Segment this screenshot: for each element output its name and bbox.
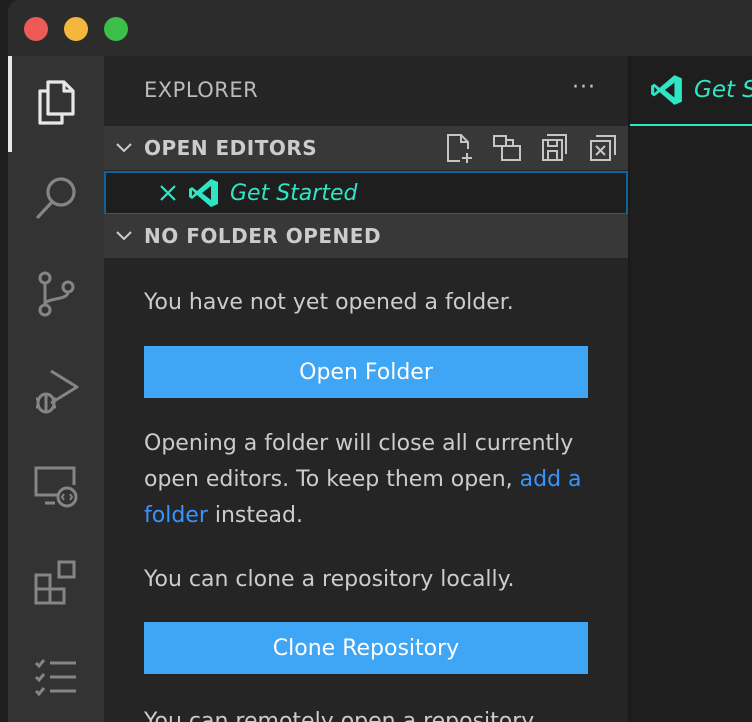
save-all-icon[interactable] (538, 131, 572, 165)
explorer-title: EXPLORER (144, 78, 259, 102)
remote-explorer-activity[interactable] (8, 440, 104, 536)
testing-activity[interactable] (8, 632, 104, 722)
testing-icon (31, 653, 81, 707)
editor-area: Get Started (628, 56, 752, 722)
activity-bar (8, 56, 104, 722)
explorer-sidebar: EXPLORER ··· OPEN EDITORS Get Started NO… (104, 56, 628, 722)
no-folder-message: You have not yet opened a folder. (144, 290, 514, 315)
clone-repository-button[interactable]: Clone Repository (144, 622, 588, 674)
search-activity[interactable] (8, 152, 104, 248)
remote-message: You can remotely open a repository (144, 709, 535, 722)
no-folder-label: NO FOLDER OPENED (144, 224, 382, 248)
chevron-down-icon (104, 138, 144, 158)
opening-folder-text-end: instead. (207, 503, 303, 528)
explorer-activity[interactable] (8, 56, 104, 152)
toggle-layout-icon[interactable] (490, 131, 524, 165)
search-icon (31, 173, 81, 227)
files-icon (31, 77, 81, 131)
open-editors-actions (442, 126, 620, 170)
chevron-down-icon (104, 226, 144, 246)
maximize-window-button[interactable] (104, 17, 128, 41)
vscode-logo-icon (650, 73, 684, 107)
new-file-icon[interactable] (442, 131, 476, 165)
source-control-activity[interactable] (8, 248, 104, 344)
close-icon[interactable] (156, 181, 180, 205)
remote-explorer-icon (31, 461, 81, 515)
clone-message: You can clone a repository locally. (144, 567, 515, 592)
close-all-icon[interactable] (586, 131, 620, 165)
open-editors-label: OPEN EDITORS (144, 136, 318, 160)
no-folder-header[interactable]: NO FOLDER OPENED (104, 214, 628, 258)
minimize-window-button[interactable] (64, 17, 88, 41)
more-actions-button[interactable]: ··· (564, 70, 604, 110)
tab-label: Get Started (694, 77, 752, 103)
open-editor-name: Get Started (230, 180, 358, 206)
close-window-button[interactable] (24, 17, 48, 41)
tab-get-started[interactable]: Get Started (630, 56, 752, 126)
vscode-logo-icon (188, 177, 220, 209)
opening-folder-message: Opening a folder will close all currentl… (144, 426, 590, 534)
vscode-window: EXPLORER ··· OPEN EDITORS Get Started NO… (8, 0, 752, 722)
title-bar (8, 0, 752, 56)
run-debug-icon (31, 365, 81, 419)
extensions-activity[interactable] (8, 536, 104, 632)
extensions-icon (31, 557, 81, 611)
open-folder-button[interactable]: Open Folder (144, 346, 588, 398)
run-debug-activity[interactable] (8, 344, 104, 440)
opening-folder-text: Opening a folder will close all currentl… (144, 431, 574, 492)
open-editor-item[interactable]: Get Started (104, 171, 628, 215)
source-control-icon (31, 269, 81, 323)
open-editors-header[interactable]: OPEN EDITORS (104, 126, 628, 170)
